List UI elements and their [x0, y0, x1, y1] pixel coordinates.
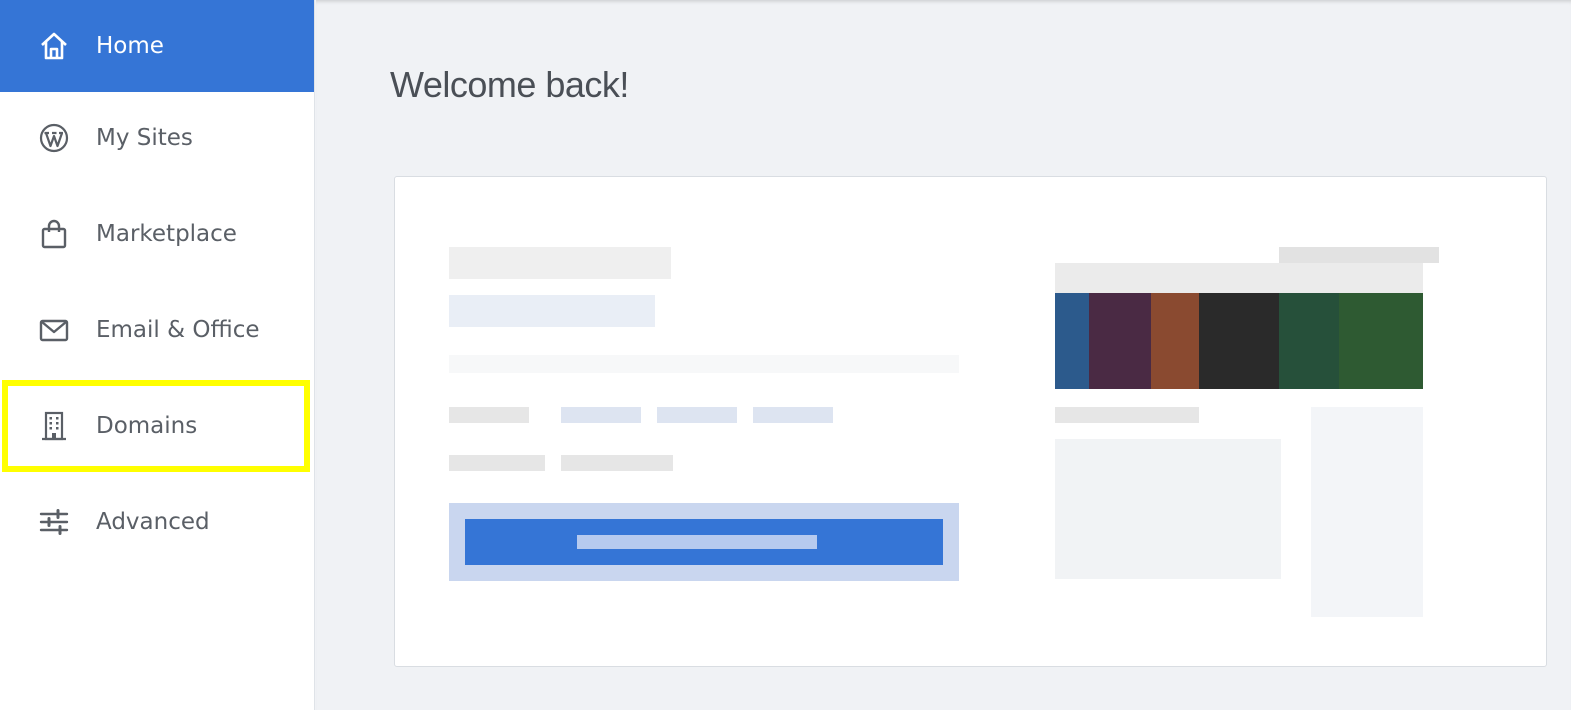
- sidebar: Home My Sites Marketplace Email & Office…: [0, 0, 315, 710]
- blurred-link[interactable]: [753, 407, 833, 423]
- main-content: Welcome back!: [316, 0, 1571, 710]
- sidebar-item-label: My Sites: [96, 125, 193, 151]
- blurred-text: [1055, 407, 1199, 423]
- sidebar-item-advanced[interactable]: Advanced: [0, 476, 314, 568]
- sidebar-item-email-office[interactable]: Email & Office: [0, 284, 314, 376]
- sidebar-item-label: Marketplace: [96, 221, 237, 247]
- blurred-link[interactable]: [561, 407, 641, 423]
- blurred-label: [449, 407, 529, 423]
- home-icon: [38, 30, 70, 62]
- wordpress-icon: [38, 122, 70, 154]
- blurred-block: [1311, 407, 1423, 617]
- primary-action-button[interactable]: [449, 503, 959, 581]
- button-fill: [465, 519, 943, 565]
- blurred-button-label: [577, 535, 817, 549]
- sliders-icon: [38, 506, 70, 538]
- envelope-icon: [38, 314, 70, 346]
- blurred-subheading: [449, 295, 655, 327]
- sidebar-item-label: Home: [96, 33, 164, 59]
- sidebar-item-my-sites[interactable]: My Sites: [0, 92, 314, 184]
- blurred-label: [449, 455, 545, 471]
- page-title: Welcome back!: [390, 64, 629, 105]
- blurred-block: [1055, 439, 1281, 579]
- blurred-line: [449, 355, 959, 373]
- sidebar-item-domains[interactable]: Domains: [2, 380, 310, 472]
- sidebar-item-marketplace[interactable]: Marketplace: [0, 188, 314, 280]
- blurred-heading: [449, 247, 671, 279]
- blurred-value: [561, 455, 673, 471]
- blurred-caption: [1279, 247, 1439, 263]
- sidebar-item-label: Email & Office: [96, 317, 260, 343]
- blurred-link[interactable]: [657, 407, 737, 423]
- site-preview-thumbnail: [1055, 293, 1423, 389]
- blurred-preview-header: [1055, 263, 1423, 293]
- building-icon: [38, 410, 70, 442]
- shopping-bag-icon: [38, 218, 70, 250]
- sidebar-item-home[interactable]: Home: [0, 0, 314, 92]
- sidebar-item-label: Advanced: [96, 509, 210, 535]
- featured-card: [394, 176, 1547, 667]
- sidebar-item-label: Domains: [96, 413, 198, 439]
